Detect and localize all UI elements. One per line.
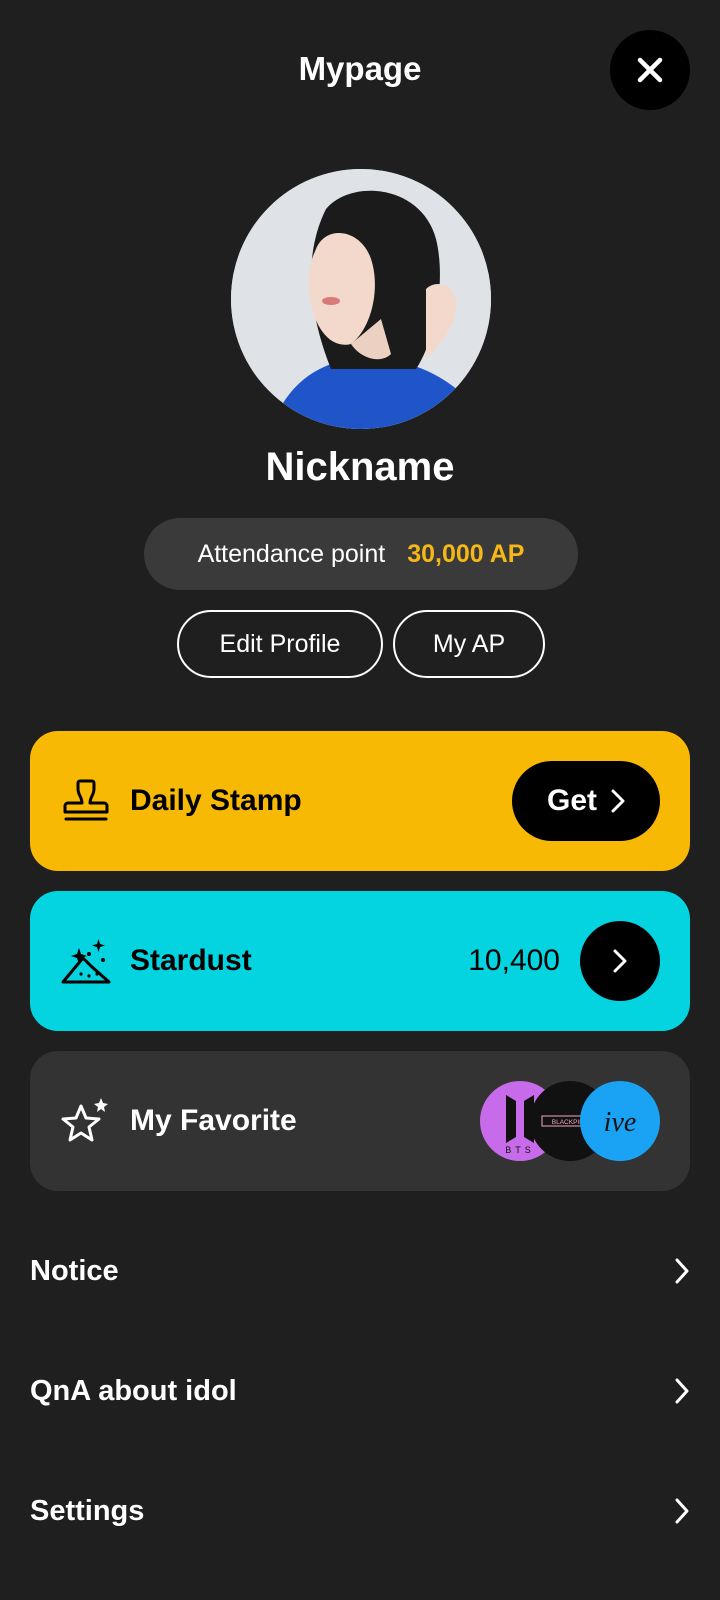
star-icon	[58, 1093, 114, 1149]
avatar-image	[231, 169, 491, 429]
edit-profile-button[interactable]: Edit Profile	[177, 610, 383, 678]
attendance-value: 30,000 AP	[407, 539, 525, 568]
menu-item-label: Notice	[30, 1254, 119, 1287]
stamp-icon	[58, 773, 114, 829]
favorite-groups[interactable]: BTS BLACKPINK ive	[480, 1081, 660, 1161]
my-favorite-label: My Favorite	[130, 1104, 297, 1137]
menu-item-label: QnA about idol	[30, 1374, 237, 1407]
my-ap-button[interactable]: My AP	[393, 610, 545, 678]
chevron-right-icon	[675, 1378, 689, 1404]
stardust-label: Stardust	[130, 944, 252, 977]
menu-item-settings[interactable]: Settings	[30, 1471, 690, 1551]
chevron-right-icon	[675, 1258, 689, 1284]
ive-label: ive	[604, 1107, 637, 1138]
avatar[interactable]	[231, 169, 491, 429]
my-favorite-card[interactable]: My Favorite BTS BLACKPINK ive	[30, 1051, 690, 1191]
menu-item-notice[interactable]: Notice	[30, 1231, 690, 1311]
chevron-right-icon	[675, 1498, 689, 1524]
menu-item-qna[interactable]: QnA about idol	[30, 1351, 690, 1431]
bts-label: BTS	[505, 1145, 535, 1155]
stardust-open-button[interactable]	[580, 921, 660, 1001]
nickname: Nickname	[265, 445, 455, 489]
close-icon	[637, 57, 663, 83]
stardust-value: 10,400	[468, 944, 560, 977]
get-stamp-button[interactable]: Get	[512, 761, 660, 841]
stardust-icon	[58, 933, 114, 989]
ive-logo-icon: ive	[604, 1107, 637, 1138]
get-label: Get	[546, 784, 597, 817]
attendance-point-badge: Attendance point 30,000 AP	[144, 518, 578, 590]
favorite-group-ive[interactable]: ive	[580, 1081, 660, 1161]
close-button[interactable]	[610, 30, 690, 110]
attendance-label: Attendance point	[197, 539, 386, 568]
chevron-right-icon	[613, 949, 627, 973]
stardust-card[interactable]: Stardust 10,400	[30, 891, 690, 1031]
daily-stamp-card[interactable]: Daily Stamp Get	[30, 731, 690, 871]
chevron-right-icon	[611, 789, 625, 813]
daily-stamp-label: Daily Stamp	[130, 784, 302, 817]
menu-item-label: Settings	[30, 1494, 145, 1527]
